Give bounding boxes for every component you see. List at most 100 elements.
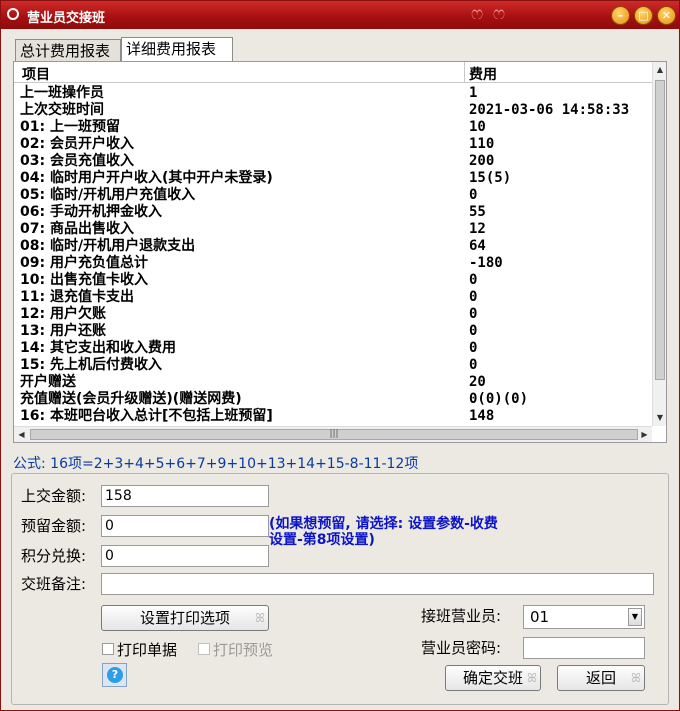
table-row[interactable]: 07: 商品出售收入 12 [14,221,652,238]
reserve-hint-line: 设置-第8项设置) [269,532,375,548]
table-row[interactable]: 01: 上一班预留 10 [14,119,652,136]
row-name: 01: 上一班预留 [20,119,120,135]
row-value: -180 [469,255,503,271]
scroll-down-icon[interactable]: ▼ [653,410,666,425]
horizontal-scroll-thumb[interactable]: ||| [30,429,638,440]
handover-amount-input[interactable]: 158 [101,485,269,507]
row-value: 1 [469,85,478,101]
chevron-down-icon[interactable]: ▼ [628,608,642,626]
row-name: 07: 商品出售收入 [20,221,134,237]
table-row[interactable]: 充值赠送(会员升级赠送)(赠送网费) 0(0)(0) [14,391,652,408]
back-label: 返回 [585,669,616,687]
print-receipt-checkbox[interactable] [102,643,114,655]
row-name: 上一班操作员 [20,85,104,101]
print-settings-button[interactable]: 设置打印选项 ꕤ [101,605,269,631]
row-name: 16: 本班吧台收入总计[不包括上班预留] [20,408,273,424]
table-row[interactable]: 开户赠送 20 [14,374,652,391]
horizontal-scrollbar[interactable]: ◀ ||| ▶ [14,426,652,442]
row-name: 04: 临时用户开户收入(其中开户未登录) [20,170,273,186]
table-row[interactable]: 05: 临时/开机用户充值收入 0 [14,187,652,204]
table-row[interactable]: 上一班操作员 1 [14,85,652,102]
points-exchange-label: 积分兑换: [21,547,87,565]
row-value: 110 [469,136,495,152]
row-name: 14: 其它支出和收入费用 [20,340,176,356]
scroll-up-icon[interactable]: ▲ [653,62,666,77]
row-name: 10: 出售充值卡收入 [20,272,148,288]
print-receipt-label[interactable]: 打印单据 [117,639,177,660]
row-value: 0 [469,357,478,373]
swirl-ornament-icon: ꕤ [255,611,265,625]
table-row[interactable]: 08: 临时/开机用户退款支出 64 [14,238,652,255]
print-preview-label[interactable]: 打印预览 [213,639,273,660]
print-preview-checkbox[interactable] [198,643,210,655]
table-row[interactable]: 14: 其它支出和收入费用 0 [14,340,652,357]
scroll-right-icon[interactable]: ▶ [637,427,652,442]
scroll-left-icon[interactable]: ◀ [14,427,29,442]
minimize-icon[interactable]: – [611,6,630,25]
cloud-ornament-icon: ෆ ෆ [471,3,508,24]
row-value: 0 [469,289,478,305]
row-value: 0 [469,187,478,203]
table-row[interactable]: 15: 先上机后付费收入 0 [14,357,652,374]
reserve-hint-line: (如果想预留, 请选择: 设置参数-收费 [269,516,498,532]
remark-label: 交班备注: [21,575,87,593]
handover-window: 营业员交接班 ෆ ෆ – □ ✕ 总计费用报表 详细费用报表 项目 费用 上一班… [0,0,680,711]
table-row[interactable]: 04: 临时用户开户收入(其中开户未登录) 15(5) [14,170,652,187]
row-value: 55 [469,204,486,220]
window-title: 营业员交接班 [27,11,106,26]
reserve-amount-input[interactable]: 0 [101,515,269,537]
password-input[interactable] [523,637,645,659]
row-value: 0 [469,306,478,322]
fee-list[interactable]: 项目 费用 上一班操作员 1 上次交班时间 2021-03-06 14:58:33 … [13,61,667,443]
column-header-fee[interactable]: 费用 [469,64,497,84]
row-name: 11: 退充值卡支出 [20,289,134,305]
table-row[interactable]: 13: 用户还账 0 [14,323,652,340]
row-value: 15(5) [469,170,512,186]
tab-summary-report[interactable]: 总计费用报表 [15,39,121,61]
handover-amount-label: 上交金额: [21,487,87,505]
tab-detail-report[interactable]: 详细费用报表 [121,37,233,62]
confirm-handover-button[interactable]: 确定交班 ꕤ [445,665,541,691]
row-value: 2021-03-06 14:58:33 [469,102,630,118]
vertical-scrollbar[interactable]: ▲ ▼ [652,62,666,426]
table-row[interactable]: 03: 会员充值收入 200 [14,153,652,170]
row-name: 08: 临时/开机用户退款支出 [20,238,196,254]
next-operator-value: 01 [530,608,550,626]
table-row[interactable]: 06: 手动开机押金收入 55 [14,204,652,221]
swirl-ornament-icon: ꕤ [527,671,537,685]
table-row[interactable]: 12: 用户欠账 0 [14,306,652,323]
row-name: 开户赠送 [20,374,76,390]
password-label: 营业员密码: [421,639,502,657]
table-row[interactable]: 16: 本班吧台收入总计[不包括上班预留] 148 [14,408,652,425]
vertical-scroll-thumb[interactable] [655,80,665,380]
print-settings-label: 设置打印选项 [139,609,230,627]
maximize-icon[interactable]: □ [634,6,653,25]
points-exchange-input[interactable]: 0 [101,545,269,567]
close-icon[interactable]: ✕ [657,6,676,25]
next-operator-select[interactable]: 01 ▼ [523,605,645,629]
row-value: 0 [469,323,478,339]
row-name: 15: 先上机后付费收入 [20,357,162,373]
table-row[interactable]: 10: 出售充值卡收入 0 [14,272,652,289]
table-row[interactable]: 02: 会员开户收入 110 [14,136,652,153]
reserve-hint: (如果想预留, 请选择: 设置参数-收费 设置-第8项设置) [269,516,498,548]
column-separator [464,62,465,82]
table-row[interactable]: 11: 退充值卡支出 0 [14,289,652,306]
title-bar[interactable]: 营业员交接班 ෆ ෆ – □ ✕ [1,1,679,29]
row-name: 06: 手动开机押金收入 [20,204,162,220]
table-row[interactable]: 上次交班时间 2021-03-06 14:58:33 [14,102,652,119]
remark-input[interactable] [101,573,654,595]
column-header-item[interactable]: 项目 [22,64,50,84]
row-value: 0(0)(0) [469,391,529,407]
back-button[interactable]: 返回 ꕤ [557,665,645,691]
next-operator-label: 接班营业员: [421,607,502,625]
row-value: 148 [469,408,495,424]
table-row[interactable]: 09: 用户充负值总计 -180 [14,255,652,272]
row-value: 200 [469,153,495,169]
row-value: 0 [469,340,478,356]
row-value: 10 [469,119,486,135]
help-icon: ? [107,667,123,683]
help-button[interactable]: ? [102,663,127,687]
swirl-ornament-icon: ꕤ [631,671,641,685]
row-name: 充值赠送(会员升级赠送)(赠送网费) [20,391,242,407]
